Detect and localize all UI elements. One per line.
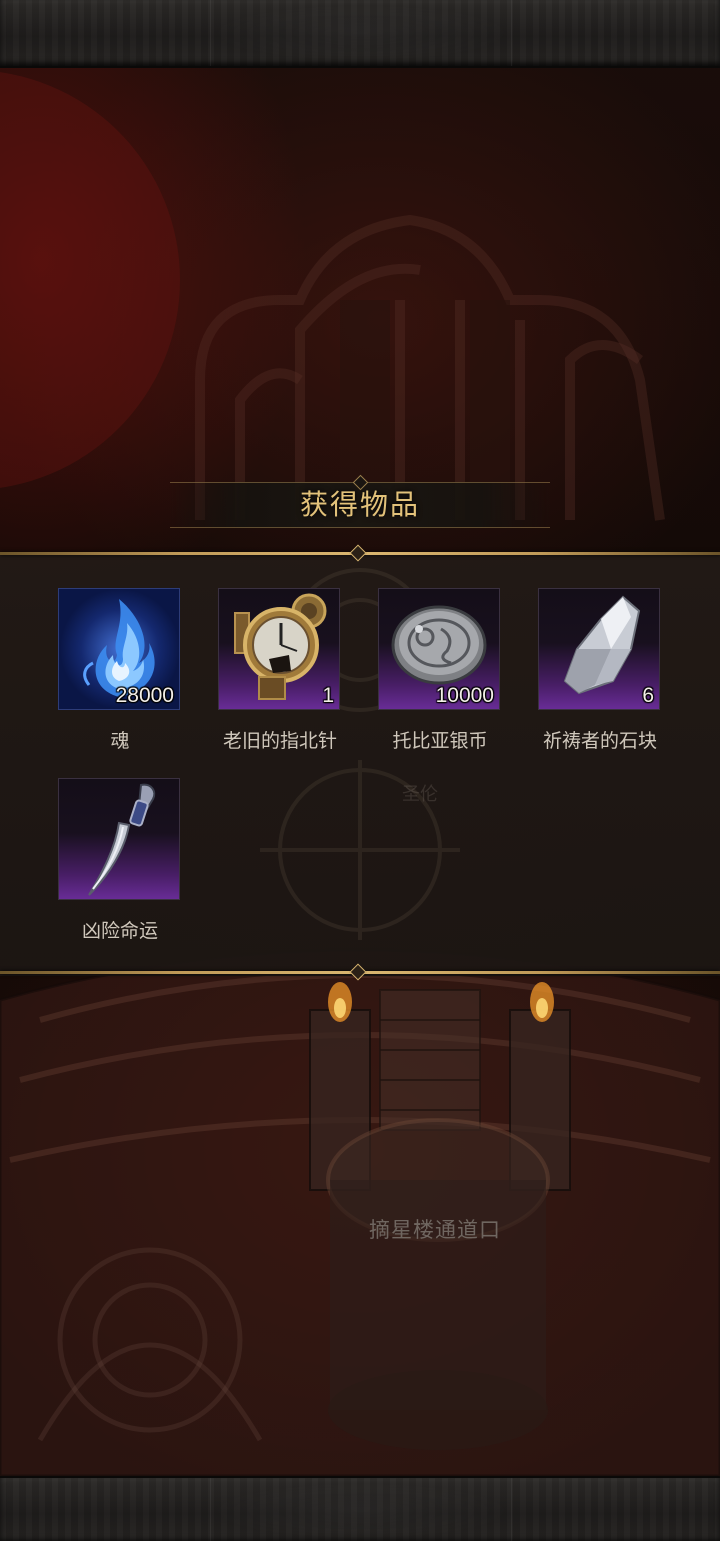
curved-dagger-icon (88, 783, 156, 896)
item-quantity: 28000 (115, 684, 174, 707)
old-brass-compass-icon (234, 593, 327, 700)
panel-bottom-border (0, 963, 720, 981)
item-slot[interactable]: 28000 (58, 588, 180, 710)
reward-item-sinister-fate[interactable]: 凶险命运 (20, 742, 180, 942)
title-plate: 获得物品 (170, 474, 550, 528)
item-quantity: 6 (642, 684, 654, 707)
panel-title: 获得物品 (299, 488, 420, 521)
item-quantity: 1 (322, 684, 334, 707)
location-label[interactable]: 摘星楼通道口 (352, 1208, 518, 1252)
reward-item-soul[interactable]: 28000 魂 (20, 552, 180, 752)
reward-item-prayer-stone[interactable]: 6 祈祷者的石块 (500, 552, 660, 752)
item-slot[interactable]: 1 (218, 588, 340, 710)
item-name: 凶险命运 (81, 920, 158, 942)
item-name: 祈祷者的石块 (542, 730, 657, 752)
faint-background-label: 圣伦 (402, 784, 438, 805)
white-crystal-stone-icon (563, 595, 641, 695)
item-quantity: 10000 (435, 684, 494, 707)
game-screen: 摘星楼通道口 圣伦 获得物品 28000 魂 1 老旧的指北针 10000 托比… (0, 0, 720, 1541)
reward-item-silver-coin[interactable]: 10000 托比亚银币 (340, 552, 500, 752)
top-frame-ornament (210, 0, 512, 66)
item-slot[interactable]: 10000 (378, 588, 500, 710)
top-frame-bar (0, 0, 720, 68)
item-slot[interactable]: 6 (538, 588, 660, 710)
reward-item-old-compass[interactable]: 1 老旧的指北针 (180, 552, 340, 752)
item-slot[interactable] (58, 778, 180, 900)
bottom-frame-bar (0, 1476, 720, 1541)
bottom-frame-ornament (210, 1478, 512, 1541)
